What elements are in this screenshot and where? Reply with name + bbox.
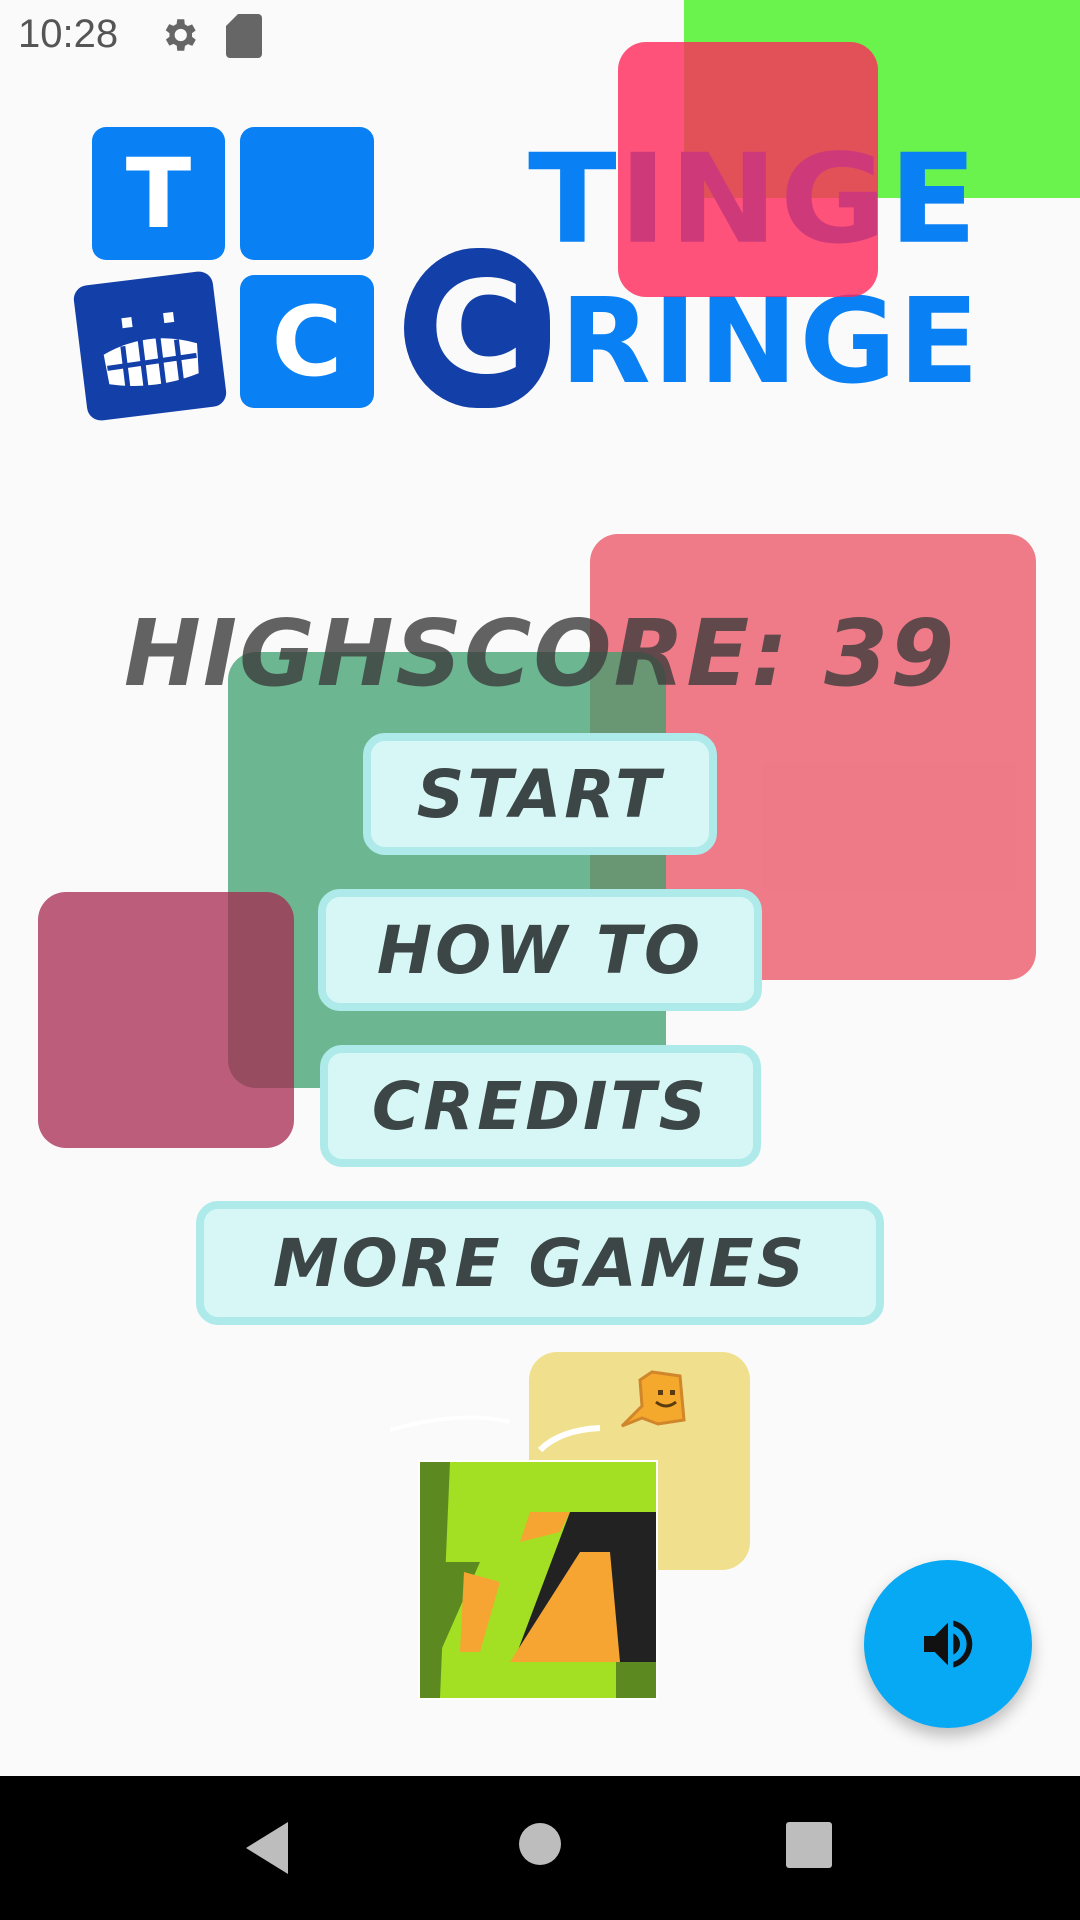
- speed-lines-icon: [390, 1415, 601, 1453]
- zig-zag-game-icon[interactable]: [418, 1460, 658, 1700]
- logo-tile-blank: [240, 127, 374, 260]
- logo-tile-c: C: [240, 275, 374, 408]
- home-icon[interactable]: [518, 1822, 562, 1866]
- how-to-button[interactable]: HOW TO: [318, 889, 762, 1011]
- sound-toggle-button[interactable]: [864, 1560, 1032, 1728]
- logo-word-ringe: RINGE: [560, 272, 981, 410]
- back-icon[interactable]: [242, 1820, 292, 1876]
- start-button[interactable]: START: [363, 733, 717, 855]
- volume-icon: [924, 1620, 973, 1668]
- more-games-button[interactable]: MORE GAMES: [196, 1201, 884, 1325]
- credits-button[interactable]: CREDITS: [320, 1045, 761, 1167]
- logo-letter-c: C: [404, 248, 550, 408]
- recents-icon[interactable]: [786, 1822, 832, 1868]
- decorative-square-pink: [618, 42, 878, 297]
- cringe-face-icon: [72, 269, 228, 423]
- mascot-icon: [620, 1370, 686, 1428]
- highscore-label: HIGHSCORE: 39: [123, 600, 957, 707]
- navigation-bar: [0, 1776, 1080, 1920]
- game-logo: T C TINGE C RINGE: [0, 0, 1080, 440]
- logo-tile-t: T: [92, 127, 225, 260]
- decorative-square-maroon: [38, 892, 294, 1148]
